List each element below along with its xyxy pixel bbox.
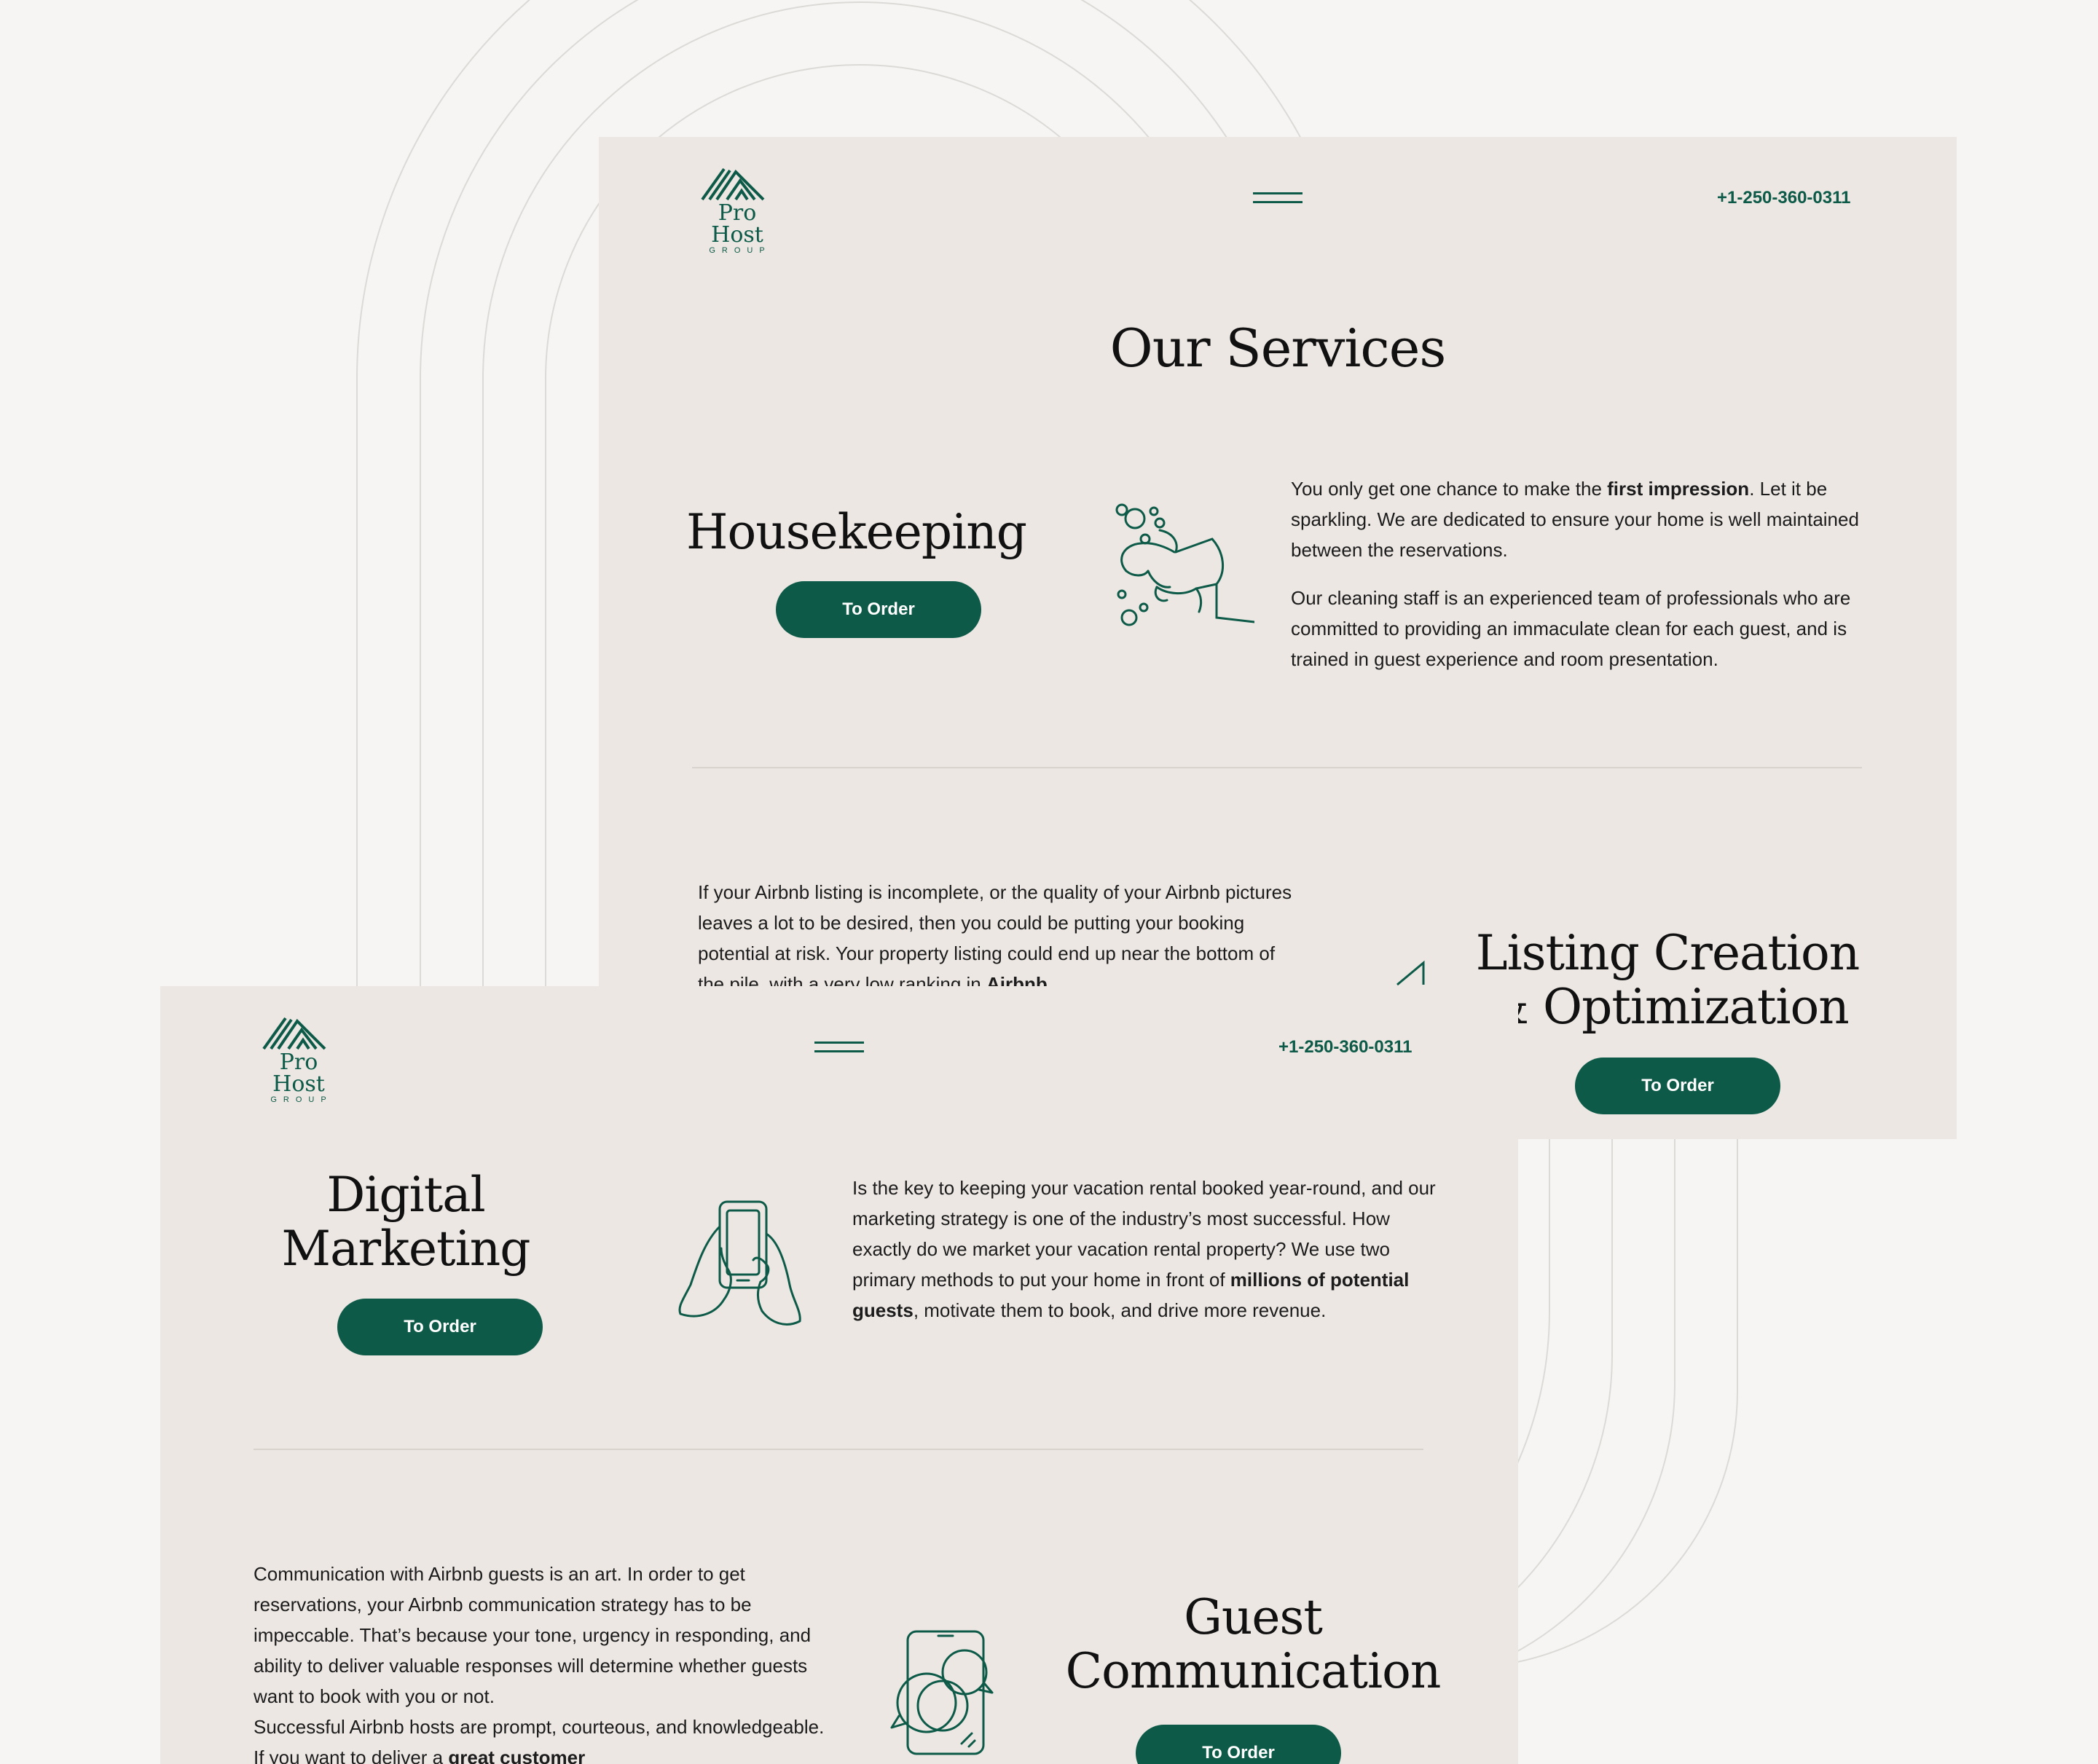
phone-link[interactable]: +1-250-360-0311 [1717, 188, 1851, 208]
logo-name: Pro Host [711, 200, 763, 248]
section-divider [692, 767, 1862, 768]
roof-logo-icon [262, 1017, 326, 1050]
housekeeping-text-1: You only get one chance to make the firs… [1291, 478, 1859, 561]
communication-order-button[interactable]: To Order [1136, 1725, 1341, 1764]
cleaning-hand-icon [1109, 501, 1254, 639]
hamburger-menu-icon[interactable] [1253, 192, 1303, 207]
phone-in-hands-icon [676, 1197, 807, 1336]
logo-subtitle: GROUP [709, 246, 771, 255]
marketing-title: Digital Marketing [248, 1168, 564, 1276]
chat-bubbles-phone-icon [889, 1627, 998, 1758]
brand-logo[interactable]: Pro Host GROUP [692, 163, 782, 255]
logo-name: Pro Host [272, 1050, 325, 1097]
listing-text-1: If your Airbnb listing is incomplete, or… [698, 881, 1292, 995]
listing-title-line-1: Listing Creation [1475, 925, 1861, 981]
marketing-text-1: Is the key to keeping your vacation rent… [852, 1177, 1436, 1321]
section-divider [254, 1449, 1423, 1450]
roof-logo-icon [701, 168, 765, 201]
communication-title-line-2: Communication [1065, 1643, 1442, 1699]
phone-link[interactable]: +1-250-360-0311 [1278, 1037, 1413, 1058]
communication-title: Guest Communication [1056, 1591, 1450, 1698]
listing-title-line-2: & Optimization [1486, 979, 1849, 1035]
services-page-mobile-view: Pro Host GROUP +1-250-360-0311 Digital M… [160, 986, 1518, 1764]
housekeeping-order-button[interactable]: To Order [776, 581, 981, 638]
logo-subtitle: GROUP [270, 1095, 333, 1104]
housekeeping-text-2: Our cleaning staff is an experienced tea… [1291, 587, 1851, 670]
marketing-title-line-2: Marketing [281, 1221, 531, 1277]
communication-text-2: Successful Airbnb hosts are prompt, cour… [254, 1716, 825, 1764]
marketing-order-button[interactable]: To Order [337, 1299, 543, 1355]
hamburger-menu-icon[interactable] [814, 1042, 864, 1056]
listing-icon [1391, 958, 1435, 988]
communication-title-line-1: Guest [1184, 1589, 1323, 1645]
brand-logo[interactable]: Pro Host GROUP [254, 1012, 344, 1104]
marketing-title-line-1: Digital [326, 1167, 485, 1223]
page-title: Our Services [1109, 318, 1447, 379]
listing-title: Listing Creation & Optimization [1473, 926, 1862, 1034]
listing-order-button[interactable]: To Order [1575, 1058, 1780, 1114]
communication-text-1: Communication with Airbnb guests is an a… [254, 1563, 812, 1707]
housekeeping-title: Housekeeping [686, 504, 1027, 560]
